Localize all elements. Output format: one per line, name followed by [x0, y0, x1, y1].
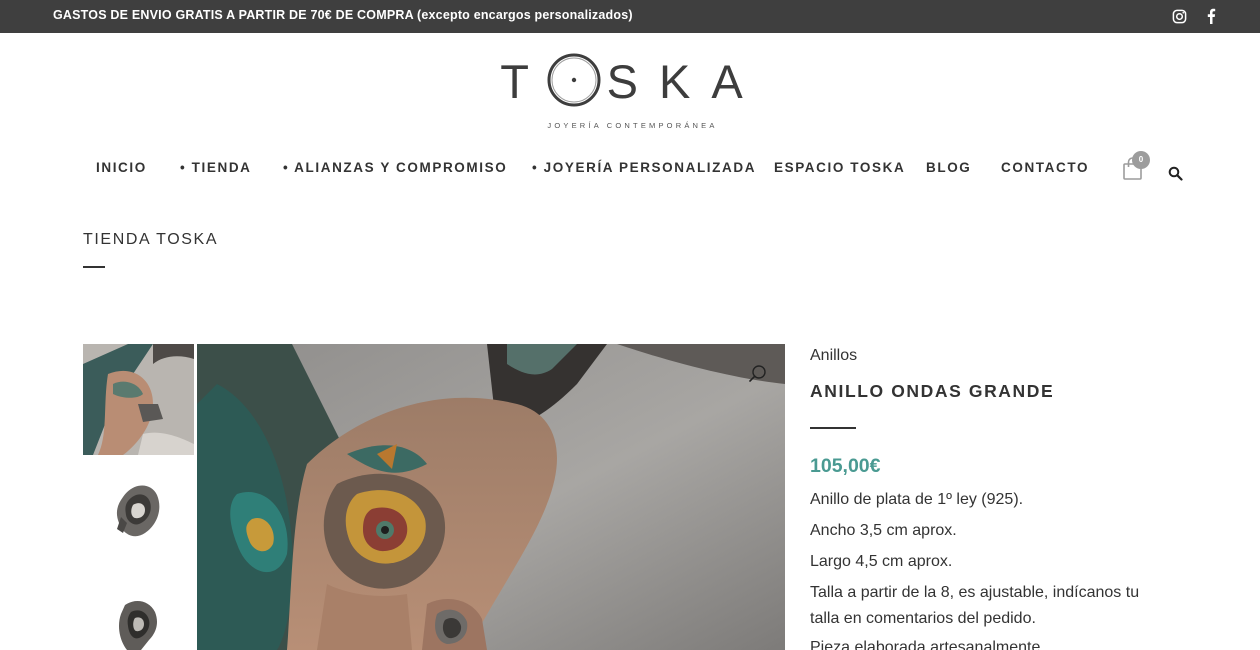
product-title: ANILLO ONDAS GRANDE [810, 381, 1055, 401]
tattooed-hands-photo [197, 344, 785, 650]
product-description-line: Pieza elaborada artesanalmente. [810, 639, 1045, 650]
nav-item-blog[interactable]: BLOG [926, 160, 971, 175]
product-description-line: Talla a partir de la 8, es ajustable, in… [810, 584, 1140, 627]
nav-item-inicio[interactable]: INICIO [96, 160, 147, 175]
nav-item-contacto[interactable]: CONTACTO [1001, 160, 1089, 175]
cart-button[interactable]: 0 [1122, 151, 1150, 182]
title-divider [83, 266, 105, 268]
logo-tagline: JOYERÍA CONTEMPORÁNEA [547, 121, 718, 130]
product-thumbnail-1[interactable] [83, 344, 194, 455]
product-description-line: Anillo de plata de 1º ley (925). [810, 491, 1024, 508]
ring-top-thumbnail [119, 600, 157, 650]
product-thumbnail-3[interactable] [83, 570, 194, 650]
nav-item-tienda[interactable]: • TIENDA [180, 160, 252, 175]
svg-text:TOSKA: TOSKA [500, 55, 763, 108]
logo-wordmark: TOSKA [500, 53, 763, 108]
main-nav: INICIO • TIENDA • ALIANZAS Y COMPROMISO … [0, 160, 1260, 180]
product-price: 105,00€ [810, 455, 881, 477]
product-main-image[interactable] [197, 344, 785, 650]
product-divider [810, 427, 856, 429]
brand-logo[interactable]: TOSKA JOYERÍA CONTEMPORÁNEA [495, 50, 770, 135]
product-description-line: Largo 4,5 cm aprox. [810, 553, 953, 570]
ring-side-thumbnail [116, 485, 160, 537]
instagram-icon[interactable] [1170, 7, 1188, 25]
cart-count-badge: 0 [1132, 151, 1150, 169]
zoom-icon[interactable] [748, 364, 768, 384]
product-thumbnail-2[interactable] [83, 457, 194, 568]
page-title: TIENDA TOSKA [83, 231, 219, 248]
search-icon[interactable] [1168, 166, 1183, 181]
nav-item-joyeria-personalizada[interactable]: • JOYERÍA PERSONALIZADA [532, 160, 756, 175]
product-category-link[interactable]: Anillos [810, 347, 857, 365]
top-bar: GASTOS DE ENVIO GRATIS A PARTIR DE 70€ D… [0, 0, 1260, 33]
nav-item-alianzas[interactable]: • ALIANZAS Y COMPROMISO [283, 160, 507, 175]
tattooed-hand-thumbnail [83, 344, 194, 455]
shipping-promo: GASTOS DE ENVIO GRATIS A PARTIR DE 70€ D… [53, 8, 633, 22]
facebook-icon[interactable] [1202, 7, 1220, 25]
nav-item-espacio-toska[interactable]: ESPACIO TOSKA [774, 160, 905, 175]
product-description-line: Ancho 3,5 cm aprox. [810, 522, 957, 539]
